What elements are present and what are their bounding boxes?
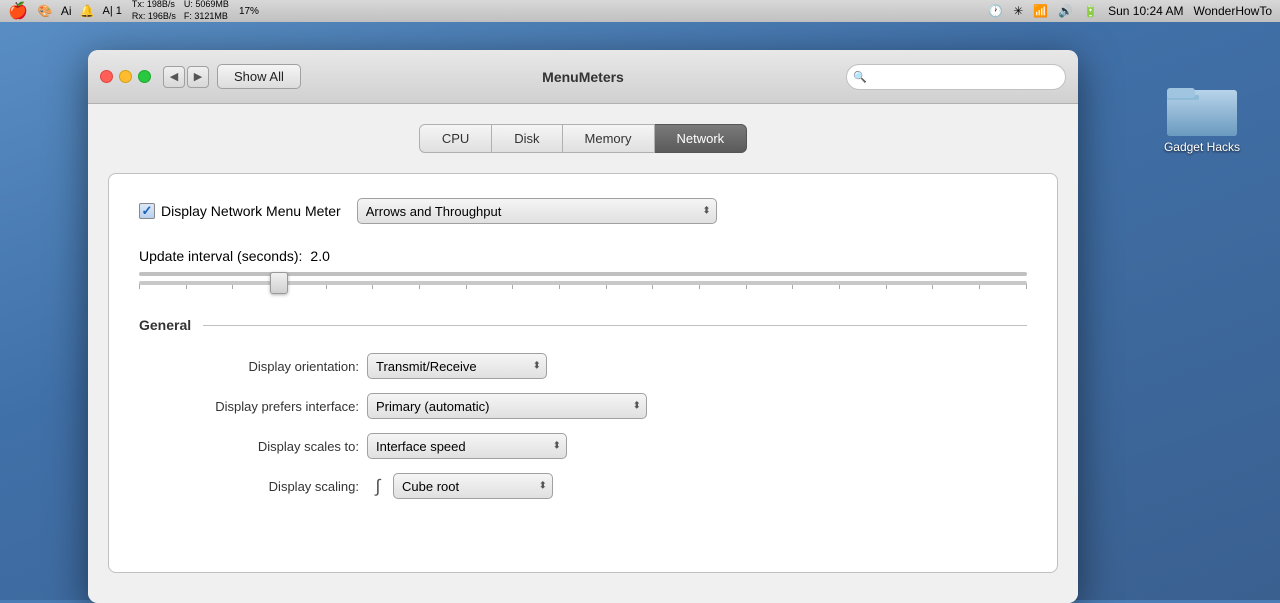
display-orientation-label: Display orientation: xyxy=(139,359,359,374)
display-prefers-interface-row: Display prefers interface: Primary (auto… xyxy=(139,393,1027,419)
display-scales-to-row: Display scales to: Interface speed Peak … xyxy=(139,433,1027,459)
display-prefers-interface-select-wrapper: Primary (automatic) Secondary xyxy=(367,393,647,419)
dropbox-icon: 🎨 xyxy=(38,4,53,18)
slider-container xyxy=(139,272,1027,289)
datetime: Sun 10:24 AM xyxy=(1108,4,1183,18)
notification-icon: 🔔 xyxy=(80,4,95,18)
display-network-checkbox[interactable]: ✓ xyxy=(139,203,155,219)
nav-buttons: ◀ ▶ xyxy=(163,66,209,88)
display-scaling-select-wrapper: ∫ Cube root Square root Linear Logarithm… xyxy=(367,473,553,499)
update-interval-value: 2.0 xyxy=(310,248,329,264)
traffic-lights xyxy=(100,70,151,83)
content-area: ✓ Display Network Menu Meter Arrows and … xyxy=(108,173,1058,573)
search-input[interactable] xyxy=(846,64,1066,90)
clock-icon: 🕐 xyxy=(988,4,1003,18)
window-content: CPU Disk Memory Network ✓ Display Networ… xyxy=(88,104,1078,603)
checkmark-icon: ✓ xyxy=(142,203,153,219)
network-stats: Tx: 198B/s Rx: 196B/s xyxy=(132,0,176,23)
minimize-button[interactable] xyxy=(119,70,132,83)
tab-disk[interactable]: Disk xyxy=(492,124,562,153)
close-button[interactable] xyxy=(100,70,113,83)
display-scales-to-label: Display scales to: xyxy=(139,439,359,454)
wifi-icon: 📶 xyxy=(1033,4,1048,18)
display-type-select[interactable]: Arrows and Throughput Arrows Only Throug… xyxy=(357,198,717,224)
display-scaling-row: Display scaling: ∫ Cube root Square root… xyxy=(139,473,1027,499)
scaling-curve-icon: ∫ xyxy=(367,475,389,497)
display-scales-to-select[interactable]: Interface speed Peak traffic Manual xyxy=(367,433,567,459)
volume-icon: 🔊 xyxy=(1058,4,1073,18)
tab-cpu[interactable]: CPU xyxy=(419,124,492,153)
tabs-container: CPU Disk Memory Network xyxy=(108,124,1058,153)
disk-stats: U: 5069MB F: 3121MB xyxy=(184,0,229,23)
titlebar: ◀ ▶ Show All MenuMeters xyxy=(88,50,1078,104)
display-prefers-interface-select[interactable]: Primary (automatic) Secondary xyxy=(367,393,647,419)
menubar-apps: 🎨 Ai 🔔 A| 1 xyxy=(38,4,122,18)
show-all-button[interactable]: Show All xyxy=(217,64,301,89)
maximize-button[interactable] xyxy=(138,70,151,83)
display-type-select-wrapper: Arrows and Throughput Arrows Only Throug… xyxy=(357,198,717,224)
update-interval-label: Update interval (seconds): xyxy=(139,248,302,264)
back-button[interactable]: ◀ xyxy=(163,66,185,88)
display-network-label: Display Network Menu Meter xyxy=(161,203,341,219)
adobe-icon: Ai xyxy=(61,4,72,18)
display-scaling-select[interactable]: Cube root Square root Linear Logarithmic xyxy=(393,473,553,499)
display-orientation-select[interactable]: Transmit/Receive Receive/Transmit xyxy=(367,353,547,379)
tab-memory[interactable]: Memory xyxy=(563,124,655,153)
adobe2-icon: A| 1 xyxy=(103,5,122,17)
display-orientation-select-wrapper: Transmit/Receive Receive/Transmit xyxy=(367,353,547,379)
interval-slider[interactable] xyxy=(139,281,1027,285)
display-network-checkbox-label[interactable]: ✓ Display Network Menu Meter xyxy=(139,203,341,219)
display-orientation-row: Display orientation: Transmit/Receive Re… xyxy=(139,353,1027,379)
display-scales-to-select-wrapper: Interface speed Peak traffic Manual xyxy=(367,433,567,459)
folder-icon xyxy=(1167,80,1237,136)
menubar-right: 🕐 ✳ 📶 🔊 🔋 Sun 10:24 AM WonderHowTo xyxy=(988,4,1272,18)
search-wrapper xyxy=(846,64,1066,90)
desktop-folder-gadgethacks[interactable]: Gadget Hacks xyxy=(1164,80,1240,154)
search-bar xyxy=(846,64,1066,90)
menubar: 🍎 🎨 Ai 🔔 A| 1 Tx: 198B/s Rx: 196B/s U: 5… xyxy=(0,0,1280,22)
section-divider xyxy=(203,325,1027,326)
desktop: 🍎 🎨 Ai 🔔 A| 1 Tx: 198B/s Rx: 196B/s U: 5… xyxy=(0,0,1280,600)
slider-track xyxy=(139,272,1027,276)
cpu-stats: 17% xyxy=(239,6,259,17)
window-title: MenuMeters xyxy=(542,69,624,85)
folder-label: Gadget Hacks xyxy=(1164,140,1240,154)
display-scaling-label: Display scaling: xyxy=(139,479,359,494)
general-section-title: General xyxy=(139,317,191,333)
forward-button[interactable]: ▶ xyxy=(187,66,209,88)
display-prefers-interface-label: Display prefers interface: xyxy=(139,399,359,414)
display-network-row: ✓ Display Network Menu Meter Arrows and … xyxy=(139,198,1027,224)
update-interval-row: Update interval (seconds): 2.0 xyxy=(139,248,1027,264)
tab-network[interactable]: Network xyxy=(655,124,748,153)
main-window: ◀ ▶ Show All MenuMeters CPU Disk Memory … xyxy=(88,50,1078,603)
bluetooth-icon: ✳ xyxy=(1013,4,1023,18)
username: WonderHowTo xyxy=(1194,4,1272,18)
general-section-header: General xyxy=(139,317,1027,333)
apple-menu[interactable]: 🍎 xyxy=(8,1,28,21)
battery-icon: 🔋 xyxy=(1083,4,1098,18)
